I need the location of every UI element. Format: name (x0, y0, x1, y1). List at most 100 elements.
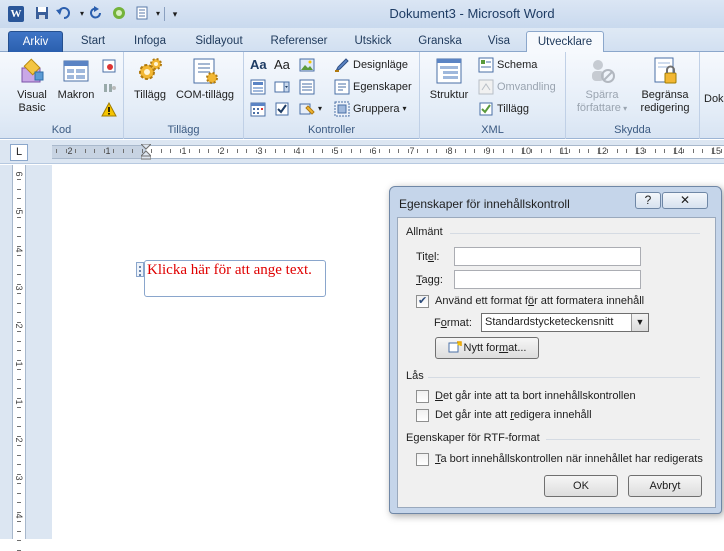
combo-box-icon (274, 79, 290, 95)
dropdown-list-control-button[interactable] (299, 78, 318, 96)
ruler-tick (427, 149, 428, 153)
format-select-value: Standardstycketeckensnitt (485, 316, 614, 328)
ruler-tick (75, 149, 76, 153)
designlage-label: Designläge (353, 59, 409, 71)
ruler-tick (702, 149, 703, 153)
ruler-tick (17, 493, 21, 494)
struktur-button[interactable]: Struktur (426, 56, 472, 102)
content-control-placeholder[interactable]: Klicka här för att ange text. (147, 262, 312, 279)
expansion-packs-icon (478, 101, 494, 117)
checkbox-control-button[interactable] (274, 100, 293, 118)
xml-tillagg-button[interactable]: Tillägg (478, 100, 529, 118)
tag-input[interactable] (454, 270, 641, 289)
schema-button[interactable]: Schema (478, 56, 537, 74)
tillagg-button[interactable]: Tillägg (130, 56, 170, 102)
pause-macro-button[interactable] (101, 79, 120, 97)
document-panel-button[interactable]: Dok (704, 93, 724, 106)
plain-text-control-button[interactable]: Aa (274, 56, 290, 74)
new-format-button[interactable]: Nytt format... (435, 337, 539, 359)
grupp-button[interactable]: Gruppera ▾ (334, 100, 407, 118)
ruler-tick (17, 436, 21, 437)
macros-icon (61, 56, 91, 86)
makron-button[interactable]: Makron (55, 56, 97, 102)
egenskaper-button[interactable]: Egenskaper (334, 78, 412, 96)
design-mode-icon (334, 57, 350, 73)
title-input[interactable] (454, 247, 641, 266)
combo-box-control-button[interactable] (274, 78, 293, 96)
rtf-remove-label[interactable]: Ta bort innehållskontrollen när innehåll… (435, 453, 703, 465)
rich-text-control-button[interactable]: Aa (250, 56, 267, 74)
ok-button[interactable]: OK (544, 475, 618, 497)
ruler-tick (256, 149, 257, 153)
ruler-tick (56, 149, 57, 153)
vertical-ruler[interactable]: 6543211234 (12, 165, 26, 551)
record-macro-button[interactable] (101, 57, 120, 75)
checkbox-icon (274, 101, 290, 117)
lock-edit-checkbox[interactable] (416, 409, 429, 422)
pause-icon (101, 80, 117, 96)
tab-infoga[interactable]: Infoga (124, 31, 176, 52)
ruler-tick (17, 369, 21, 370)
chevron-down-icon[interactable]: ▼ (631, 314, 648, 331)
ruler-tick (17, 512, 21, 513)
help-button[interactable]: ? (635, 192, 661, 209)
warning-icon (101, 101, 117, 118)
ruler-tick (17, 426, 21, 427)
tab-selector[interactable]: L (10, 144, 28, 161)
legacy-tools-button[interactable]: ▾ (299, 100, 322, 118)
designlage-button[interactable]: Designläge (334, 56, 408, 74)
ruler-tick (322, 149, 323, 153)
tab-visa[interactable]: Visa (480, 31, 518, 52)
ruler-tick (455, 149, 456, 153)
makron-label: Makron (57, 89, 95, 101)
rich-text-control-label: Aa (250, 57, 267, 72)
grupp-label: Gruppera (353, 103, 400, 115)
lock-delete-checkbox[interactable] (416, 390, 429, 403)
lock-edit-label[interactable]: Det går inte att redigera innehåll (435, 409, 592, 421)
ruler-bar: L 2 1 1 2 3 4 5 6 7 8 9 10 11 12 13 14 15 (0, 140, 724, 164)
com-tillagg-label: COM-tillägg (175, 89, 235, 101)
visual-basic-icon (17, 56, 47, 86)
macro-security-button[interactable] (101, 101, 120, 119)
use-format-checkbox[interactable] (416, 294, 429, 308)
building-block-control-button[interactable] (250, 78, 269, 96)
restrict-editing-icon (650, 56, 680, 86)
com-add-ins-icon (190, 56, 220, 86)
rtf-remove-checkbox[interactable] (416, 453, 429, 466)
tab-referenser[interactable]: Referenser (262, 31, 336, 52)
omvandling-button[interactable]: Omvandling (478, 78, 556, 96)
date-picker-control-button[interactable] (250, 100, 269, 118)
ruler-tick (17, 445, 21, 446)
content-control-handle[interactable] (136, 262, 144, 277)
ruler-tick (617, 149, 618, 153)
indent-marker-icon[interactable] (139, 143, 153, 160)
format-select[interactable]: Standardstycketeckensnitt ▼ (481, 313, 649, 332)
sparra-forfattare-button[interactable]: Spärra författare ▾ (572, 56, 632, 115)
ruler-tick (17, 531, 21, 532)
new-style-icon (448, 340, 462, 353)
use-format-label[interactable]: Använd ett format för att formatera inne… (435, 295, 644, 307)
ruler-tick (17, 341, 21, 342)
ruler-tick (17, 208, 21, 209)
lock-delete-label[interactable]: Det går inte att ta bort innehållskontro… (435, 390, 636, 402)
cancel-button[interactable]: Avbryt (628, 475, 702, 497)
com-tillagg-button[interactable]: COM-tillägg (172, 56, 238, 102)
tab-arkiv[interactable]: Arkiv (8, 31, 63, 52)
window-title: Dokument3 - Microsoft Word (389, 6, 555, 21)
ruler-tick (370, 149, 371, 153)
tab-utvecklare[interactable]: Utvecklare (526, 31, 604, 53)
ruler-tick (113, 149, 114, 153)
close-button[interactable]: ✕ (662, 192, 708, 209)
begransa-redigering-button[interactable]: Begränsa redigering (636, 56, 694, 115)
horizontal-ruler[interactable]: 2 1 1 2 3 4 5 6 7 8 9 10 11 12 13 14 15 (52, 143, 724, 160)
tab-start[interactable]: Start (72, 31, 114, 52)
ruler-tick (417, 149, 418, 153)
legacy-tools-icon (299, 101, 315, 117)
ruler-tick (85, 149, 86, 153)
ruler-tick (17, 217, 21, 218)
tab-sidlayout[interactable]: Sidlayout (186, 31, 252, 52)
visual-basic-button[interactable]: Visual Basic (12, 56, 52, 115)
tab-granska[interactable]: Granska (410, 31, 470, 52)
tab-utskick[interactable]: Utskick (346, 31, 400, 52)
picture-control-button[interactable] (299, 56, 318, 74)
